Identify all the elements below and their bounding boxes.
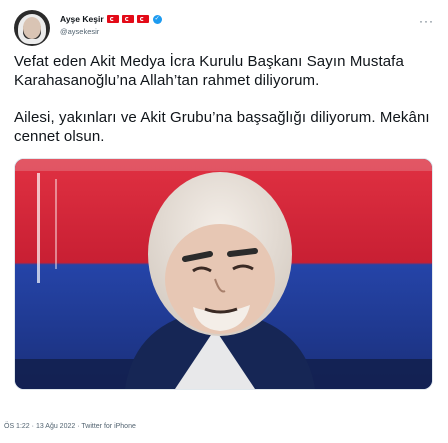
- tweet-header: Ayşe Keşir ✓ @aysekesir ···: [14, 8, 434, 48]
- turkey-flag-icon: [121, 15, 134, 23]
- portrait-photo: [15, 159, 432, 389]
- tweet-paragraph: Ailesi, yakınları ve Akit Grubu’na başsa…: [14, 109, 430, 145]
- tweet-media-photo[interactable]: [14, 158, 433, 390]
- turkey-flag-icon: [106, 15, 119, 23]
- more-icon[interactable]: ···: [419, 14, 434, 28]
- tweet-footer: ÖS 1:22 · 13 Ağu 2022 · Twitter for iPho…: [4, 423, 136, 430]
- avatar[interactable]: [14, 10, 50, 46]
- handle[interactable]: @aysekesir: [60, 27, 162, 36]
- tweet-text: Vefat eden Akit Medya İcra Kurulu Başkan…: [14, 52, 438, 146]
- avatar-face: [23, 17, 41, 39]
- verified-badge-icon: ✓: [152, 14, 162, 24]
- turkey-flag-icon: [136, 15, 149, 23]
- tweet-source[interactable]: Twitter for iPhone: [81, 423, 135, 430]
- tweet-paragraph: Vefat eden Akit Medya İcra Kurulu Başkan…: [14, 53, 404, 89]
- footer-separator: ·: [77, 423, 80, 430]
- name-row: Ayşe Keşir ✓: [60, 12, 162, 26]
- display-name[interactable]: Ayşe Keşir: [60, 14, 104, 24]
- author-block[interactable]: Ayşe Keşir ✓ @aysekesir: [60, 12, 162, 36]
- tweet-time[interactable]: ÖS 1:22: [4, 423, 30, 430]
- tweet-date[interactable]: 13 Ağu 2022: [36, 423, 75, 430]
- footer-separator: ·: [31, 423, 34, 430]
